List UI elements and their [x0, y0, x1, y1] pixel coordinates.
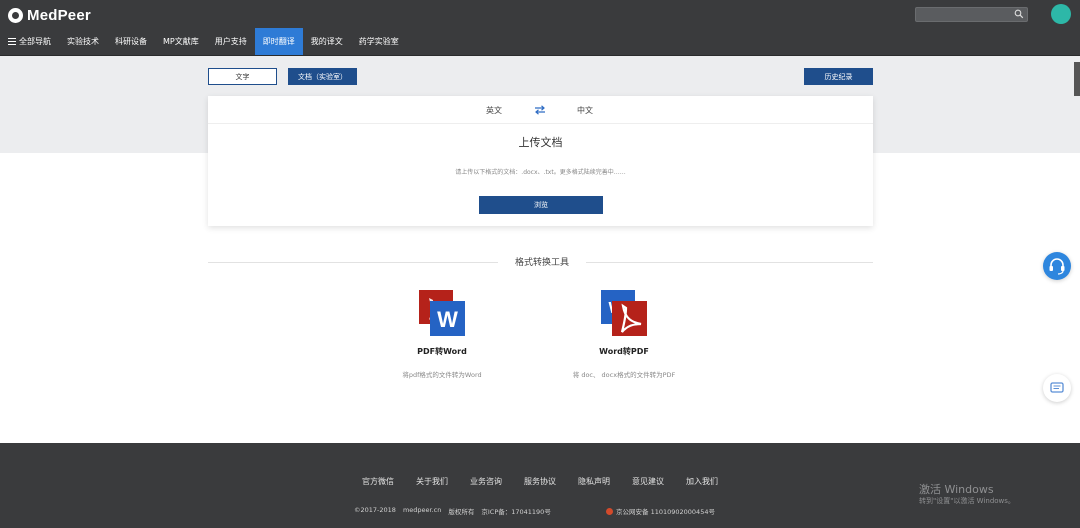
- target-language[interactable]: 中文: [577, 105, 593, 116]
- tools-section-title: 格式转换工具: [514, 258, 569, 268]
- footer-links: 官方微信 关于我们 业务咨询 服务协议 隐私声明 意见建议 加入我们: [0, 476, 1080, 487]
- divider: [586, 262, 873, 263]
- nav-item-translate[interactable]: 即时翻译: [254, 28, 303, 55]
- swap-languages-icon[interactable]: [534, 105, 546, 115]
- tool-name: PDF转Word: [417, 347, 467, 356]
- divider: [208, 262, 498, 263]
- windows-activation-title: 激活 Windows: [919, 483, 994, 496]
- svg-text:W: W: [437, 307, 458, 332]
- icp-number[interactable]: 京ICP备：17041190号: [481, 506, 550, 516]
- footer-link-business[interactable]: 业务咨询: [459, 476, 513, 487]
- word-to-pdf-icon[interactable]: W: [599, 290, 649, 338]
- nav-label: 全部导航: [19, 37, 51, 46]
- text-tab-button[interactable]: 文字: [208, 68, 277, 85]
- history-button[interactable]: 历史纪录: [804, 68, 873, 85]
- side-edge-tab[interactable]: [1074, 62, 1080, 96]
- nav-item-literature[interactable]: MP文献库: [155, 28, 207, 55]
- language-row: 英文 中文: [208, 96, 873, 124]
- copyright-line: ©2017-2018 medpeer.cn 版权所有 京ICP备：1704119…: [354, 506, 551, 516]
- headset-icon: [1049, 258, 1065, 275]
- search-icon[interactable]: [1014, 9, 1024, 19]
- nav-item-all[interactable]: 全部导航: [0, 28, 59, 55]
- upload-card: 英文 中文 上传文档 请上传以下格式的文档：.docx、.txt。更多格式陆续完…: [208, 96, 873, 226]
- avatar[interactable]: [1051, 4, 1071, 24]
- browse-button[interactable]: 浏览: [479, 196, 603, 214]
- menu-icon: [8, 38, 16, 46]
- upload-hint: 请上传以下格式的文档：.docx、.txt。更多格式陆续完善中……: [455, 169, 626, 176]
- pdf-to-word-tool[interactable]: W PDF转Word 将pdf格式的文件转为Word: [352, 290, 532, 379]
- upload-title: 上传文档: [518, 136, 563, 149]
- copyright-domain: medpeer.cn: [402, 506, 442, 514]
- police-record-text: 京公网安备 11010902000454号: [616, 508, 715, 516]
- tool-description: 将pdf格式的文件转为Word: [402, 371, 482, 379]
- copyright-rights: 版权所有: [448, 508, 475, 516]
- footer-link-privacy[interactable]: 隐私声明: [567, 476, 621, 487]
- footer-link-wechat[interactable]: 官方微信: [351, 476, 405, 487]
- word-to-pdf-tool[interactable]: W Word转PDF 将 doc、 docx格式的文件转为PDF: [534, 290, 714, 379]
- search-input[interactable]: [915, 7, 1028, 22]
- source-language[interactable]: 英文: [486, 105, 502, 116]
- footer: 官方微信 关于我们 业务咨询 服务协议 隐私声明 意见建议 加入我们 ©2017…: [0, 443, 1080, 528]
- pdf-to-word-icon[interactable]: W: [417, 290, 467, 338]
- windows-activation-subtitle: 转到"设置"以激活 Windows。: [919, 497, 1015, 505]
- nav-item-support[interactable]: 用户支持: [207, 28, 255, 55]
- logo-text: MedPeer: [27, 6, 91, 24]
- footer-link-feedback[interactable]: 意见建议: [621, 476, 675, 487]
- nav-item-pharmacy-lab[interactable]: 药学实验室: [351, 28, 407, 55]
- medpeer-logo[interactable]: MedPeer: [8, 5, 91, 25]
- main-nav: 全部导航 实验技术 科研设备 MP文献库 用户支持 即时翻译 我的译文 药学实验…: [0, 28, 407, 55]
- nav-item-equipment[interactable]: 科研设备: [107, 28, 155, 55]
- customer-service-button[interactable]: [1043, 252, 1071, 280]
- footer-link-about[interactable]: 关于我们: [405, 476, 459, 487]
- police-record[interactable]: 京公网安备 11010902000454号: [606, 506, 715, 516]
- top-bar: MedPeer 全部导航 实验技术 科研设备 MP文献库 用户支持 即时翻译 我…: [0, 0, 1080, 56]
- nav-item-my-translations[interactable]: 我的译文: [303, 28, 351, 55]
- tool-name: Word转PDF: [599, 347, 649, 356]
- footer-link-terms[interactable]: 服务协议: [513, 476, 567, 487]
- message-icon: [1050, 382, 1064, 393]
- copyright-year: ©2017-2018: [354, 506, 396, 514]
- feedback-button[interactable]: [1043, 374, 1071, 402]
- tool-description: 将 doc、 docx格式的文件转为PDF: [572, 371, 676, 379]
- nav-item-techniques[interactable]: 实验技术: [59, 28, 107, 55]
- police-badge-icon: [606, 507, 613, 515]
- footer-link-join[interactable]: 加入我们: [675, 476, 729, 487]
- logo-icon: [8, 7, 23, 23]
- document-tab-button[interactable]: 文档（实验室）: [288, 68, 357, 85]
